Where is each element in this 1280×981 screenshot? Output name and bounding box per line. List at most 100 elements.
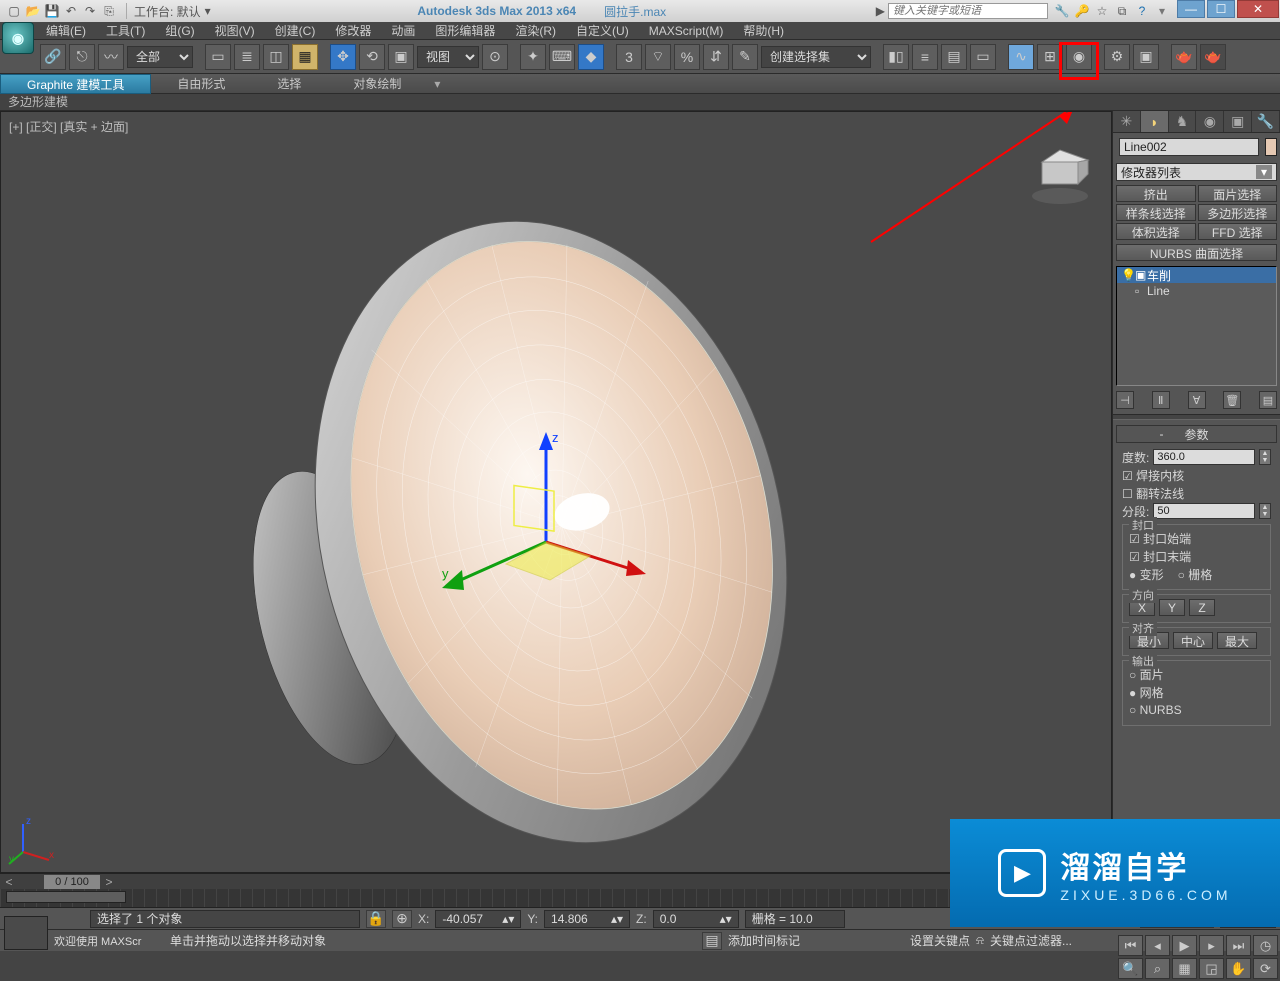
ribbon-tab-selection[interactable]: 选择	[251, 74, 327, 94]
ref-coord-select[interactable]: 视图	[417, 46, 479, 68]
ribbon-toggle-icon[interactable]: ▭	[970, 44, 996, 70]
schematic-icon[interactable]: ⊞	[1037, 44, 1063, 70]
menu-grapheditors[interactable]: 图形编辑器	[425, 22, 505, 39]
align-center-button[interactable]: 中心	[1173, 632, 1213, 649]
star-icon[interactable]: ☆	[1094, 3, 1110, 19]
mirror-icon[interactable]: ▮▯	[883, 44, 909, 70]
qat-redo-icon[interactable]: ↷	[82, 3, 98, 19]
make-unique-icon[interactable]: ∀	[1188, 391, 1206, 409]
keyboard-shortcut-icon[interactable]: ⌨	[549, 44, 575, 70]
menu-help[interactable]: 帮助(H)	[733, 22, 794, 39]
align-icon[interactable]: ≡	[912, 44, 938, 70]
move-icon[interactable]: ✥	[330, 44, 356, 70]
pivot-icon[interactable]: ⊙	[482, 44, 508, 70]
close-button[interactable]: ✕	[1237, 0, 1279, 18]
key-filter[interactable]: 关键点过滤器...	[990, 932, 1100, 949]
scale-icon[interactable]: ▣	[388, 44, 414, 70]
modset-splinesel[interactable]: 样条线选择	[1116, 204, 1196, 221]
lock-selection-icon[interactable]: 🔒	[366, 910, 386, 928]
exchange-icon[interactable]: ⧉	[1114, 3, 1130, 19]
goto-start-icon[interactable]: ⏮	[1118, 935, 1143, 956]
layers-icon[interactable]: ▤	[941, 44, 967, 70]
align-max-button[interactable]: 最大	[1217, 632, 1257, 649]
render-iterative-icon[interactable]: 🫖	[1200, 44, 1226, 70]
select-icon[interactable]: ▭	[205, 44, 231, 70]
segments-input[interactable]: 50	[1153, 503, 1255, 519]
qat-link-icon[interactable]: ⎘	[101, 3, 117, 19]
menu-group[interactable]: 组(G)	[155, 22, 204, 39]
out-nurbs-radio[interactable]: NURBS	[1129, 703, 1182, 717]
snap-3d-icon[interactable]: 3	[616, 44, 642, 70]
axis-y-button[interactable]: Y	[1159, 599, 1185, 616]
maximize-button[interactable]: ☐	[1207, 0, 1235, 18]
absolute-icon[interactable]: ⊕	[392, 910, 412, 928]
weld-core-check[interactable]: 焊接内核	[1122, 467, 1184, 484]
cap-grid-radio[interactable]: 栅格	[1178, 566, 1213, 583]
object-color-swatch[interactable]	[1265, 138, 1277, 156]
cap-end-check[interactable]: 封口末端	[1129, 548, 1191, 565]
remove-mod-icon[interactable]: 🗑	[1223, 391, 1241, 409]
menu-rendering[interactable]: 渲染(R)	[505, 22, 566, 39]
qat-undo-icon[interactable]: ↶	[63, 3, 79, 19]
workspace-label[interactable]: 工作台: 默认	[130, 3, 205, 20]
material-editor-icon[interactable]: ◉	[1066, 44, 1092, 70]
viewport[interactable]: [+] [正交] [真实 + 边面]	[0, 111, 1112, 873]
orbit-icon[interactable]: ⟳	[1253, 958, 1278, 979]
menu-edit[interactable]: 编辑(E)	[36, 22, 96, 39]
panel-utilities-icon[interactable]: 🔧	[1252, 111, 1280, 132]
ribbon-more-icon[interactable]: ▾	[427, 77, 447, 91]
pin-stack-icon[interactable]: ⊣	[1116, 391, 1134, 409]
cap-morph-radio[interactable]: 变形	[1129, 566, 1164, 583]
panel-create-icon[interactable]: ✳	[1113, 111, 1141, 132]
coord-x[interactable]: -40.057▴▾	[435, 910, 521, 928]
play-icon[interactable]: ▶	[1172, 935, 1197, 956]
selection-filter[interactable]: 全部	[127, 46, 193, 68]
render-setup-icon[interactable]: ⚙	[1104, 44, 1130, 70]
add-time-tag[interactable]: 添加时间标记	[728, 932, 858, 949]
next-frame-icon[interactable]: ▸	[1199, 935, 1224, 956]
menu-animation[interactable]: 动画	[381, 22, 425, 39]
panel-hierarchy-icon[interactable]: ♞	[1169, 111, 1197, 132]
panel-modify-icon[interactable]: ◗	[1141, 111, 1169, 132]
help-search-input[interactable]	[888, 3, 1048, 19]
link-icon[interactable]: 🔗	[40, 44, 66, 70]
menu-tools[interactable]: 工具(T)	[96, 22, 155, 39]
configure-sets-icon[interactable]: ▤	[1259, 391, 1277, 409]
mini-listener[interactable]	[4, 916, 48, 950]
pan-icon[interactable]: ✋	[1226, 958, 1251, 979]
zoom-all-icon[interactable]: ⌕	[1145, 958, 1170, 979]
prev-frame-icon[interactable]: ◂	[1145, 935, 1170, 956]
panel-motion-icon[interactable]: ◉	[1196, 111, 1224, 132]
curve-editor-icon[interactable]: ∿	[1008, 44, 1034, 70]
modset-ffdsel[interactable]: FFD 选择	[1198, 223, 1278, 240]
angle-snap-icon[interactable]: ⌔	[645, 44, 671, 70]
ribbon-tab-freeform[interactable]: 自由形式	[151, 74, 251, 94]
degrees-spinner[interactable]: ▲▼	[1259, 449, 1271, 465]
menu-create[interactable]: 创建(C)	[265, 22, 326, 39]
menu-views[interactable]: 视图(V)	[205, 22, 265, 39]
menu-modifiers[interactable]: 修改器	[325, 22, 381, 39]
modset-volsel[interactable]: 体积选择	[1116, 223, 1196, 240]
snap-toggle-icon[interactable]: ◆	[578, 44, 604, 70]
degrees-input[interactable]: 360.0	[1153, 449, 1255, 465]
segments-spinner[interactable]: ▲▼	[1259, 503, 1271, 519]
rotate-icon[interactable]: ⟲	[359, 44, 385, 70]
spinner-snap-icon[interactable]: ⇵	[703, 44, 729, 70]
help-icon[interactable]: ?	[1134, 3, 1150, 19]
rendered-frame-icon[interactable]: ▣	[1133, 44, 1159, 70]
modset-polysel[interactable]: 多边形选择	[1198, 204, 1278, 221]
show-end-icon[interactable]: Ⅱ	[1152, 391, 1170, 409]
setkey-button[interactable]: 设置关键点	[910, 932, 970, 949]
time-tag-icon[interactable]: ▤	[702, 932, 722, 950]
object-name-input[interactable]	[1119, 138, 1259, 156]
coord-y[interactable]: 14.806▴▾	[544, 910, 630, 928]
ribbon-tab-paint[interactable]: 对象绘制	[327, 74, 427, 94]
qat-new-icon[interactable]: ▢	[6, 3, 22, 19]
axis-z-button[interactable]: Z	[1189, 599, 1215, 616]
window-crossing-icon[interactable]: ▦	[292, 44, 318, 70]
fov-icon[interactable]: ◲	[1199, 958, 1224, 979]
key-icon[interactable]: 🔑	[1074, 3, 1090, 19]
frame-indicator[interactable]: 0 / 100	[44, 875, 100, 889]
modset-patchsel[interactable]: 面片选择	[1198, 185, 1278, 202]
modifier-stack[interactable]: 💡 ▣ 车削 ▫ Line	[1116, 266, 1277, 386]
